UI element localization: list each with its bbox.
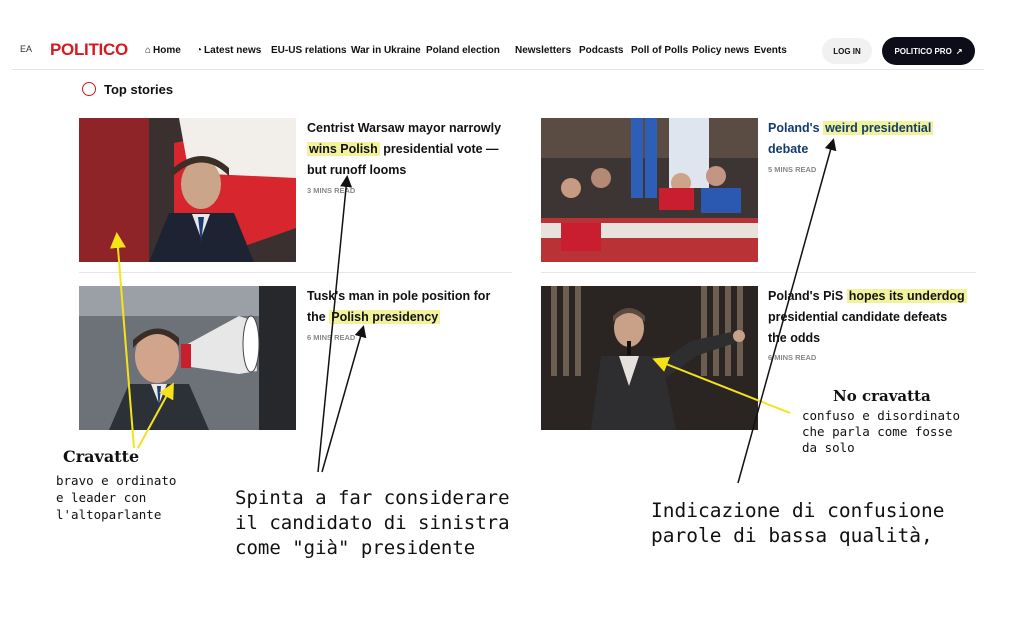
annotation-confusione-text: Indicazione di confusione parole di bass… bbox=[651, 499, 945, 547]
annotation-no-cravatta-title: No cravatta bbox=[833, 387, 931, 405]
annotation-no-cravatta-text: confuso e disordinato che parla come fos… bbox=[802, 408, 961, 455]
annotation-cravatte-title: Cravatte bbox=[63, 447, 140, 466]
annotation-spinta-text: Spinta a far considerare il candidato di… bbox=[235, 487, 510, 559]
annotation-cravatte-text: bravo e ordinato e leader con l'altoparl… bbox=[56, 473, 177, 522]
